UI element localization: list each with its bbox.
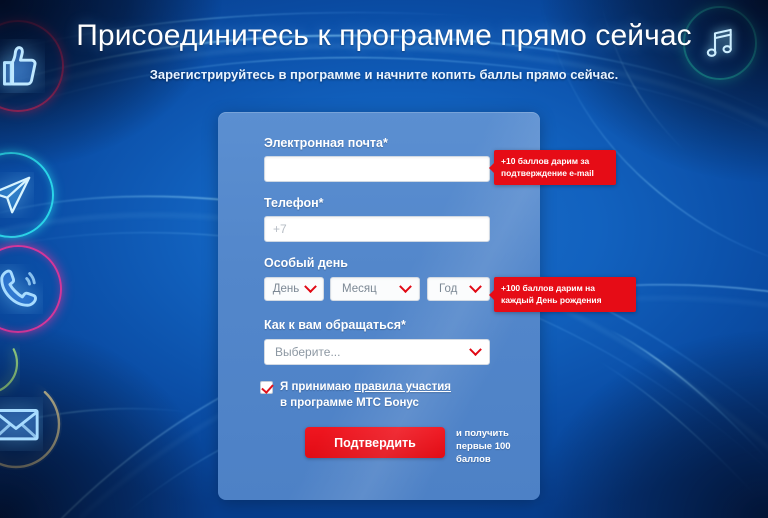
agreement-text: Я принимаю правила участия в программе М… [280, 380, 451, 411]
chevron-down-icon [399, 279, 412, 293]
phone-input[interactable] [264, 216, 490, 242]
chevron-down-icon [469, 279, 482, 293]
agreement-checkbox[interactable] [260, 381, 273, 394]
chevron-down-icon [469, 342, 482, 356]
rules-link[interactable]: правила участия [354, 381, 451, 393]
submit-note: и получить первые 100 баллов [456, 428, 511, 465]
birthday-label: Особый день [264, 256, 348, 270]
email-bonus-tooltip: +10 баллов дарим за подтверждение e-mail [489, 150, 616, 185]
agreement-prefix: Я принимаю [280, 381, 355, 393]
envelope-icon [0, 378, 62, 470]
phone-label: Телефон* [264, 196, 324, 210]
salutation-select[interactable]: Выберите... [264, 339, 490, 365]
birthday-year-select[interactable]: Год [427, 277, 490, 301]
chevron-down-icon [304, 279, 318, 293]
page-title: Присоединитесь к программе прямо сейчас [76, 19, 692, 52]
page-root: Присоединитесь к программе прямо сейчас … [0, 0, 768, 518]
birthday-month-value: Месяц [342, 283, 377, 295]
birthday-day-select[interactable]: День [264, 277, 324, 301]
agreement-row[interactable]: Я принимаю правила участия в программе М… [260, 380, 451, 411]
email-input[interactable] [264, 156, 490, 182]
phone-icon [0, 245, 62, 333]
birthday-year-value: Год [439, 283, 458, 295]
email-label: Электронная почта* [264, 136, 388, 150]
birthday-day-value: День [272, 283, 300, 295]
page-subtitle: Зарегистрируйтесь в программе и начните … [149, 67, 619, 82]
page-header: Присоединитесь к программе прямо сейчас … [0, 18, 768, 82]
birthday-bonus-tooltip: +100 баллов дарим на каждый День рождени… [489, 277, 636, 312]
agreement-line2: в программе МТС Бонус [280, 396, 419, 409]
submit-button[interactable]: Подтвердить [305, 427, 445, 458]
paper-plane-icon [0, 152, 54, 238]
salutation-value: Выберите... [275, 345, 341, 359]
salutation-label: Как к вам обращаться* [264, 318, 406, 332]
birthday-month-select[interactable]: Месяц [330, 277, 420, 301]
